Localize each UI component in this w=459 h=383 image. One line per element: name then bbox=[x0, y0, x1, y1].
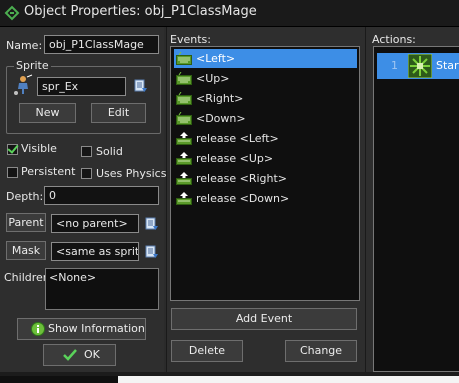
depth-label: Depth: bbox=[6, 190, 44, 203]
children-item: <None> bbox=[49, 271, 97, 284]
show-information-label: Show Information bbox=[48, 322, 145, 335]
name-label: Name: bbox=[6, 39, 43, 52]
event-label: release <Right> bbox=[196, 172, 288, 185]
keyboard-icon bbox=[176, 92, 192, 105]
events-list[interactable]: <Left> <Up> <Right> <Down> release <Left… bbox=[170, 46, 360, 301]
depth-input[interactable]: 0 bbox=[44, 186, 159, 205]
info-icon bbox=[31, 322, 45, 336]
checkmark-icon bbox=[63, 349, 77, 361]
event-item[interactable]: release <Down> bbox=[174, 189, 357, 208]
sprite-preview-icon bbox=[14, 74, 33, 95]
parent-select[interactable]: <no parent> bbox=[51, 214, 139, 233]
key-release-icon bbox=[176, 132, 192, 145]
new-sprite-button[interactable]: New bbox=[19, 103, 76, 123]
solid-label: Solid bbox=[96, 145, 123, 158]
visible-checkbox[interactable] bbox=[7, 144, 18, 155]
ok-label: OK bbox=[84, 348, 100, 361]
event-label: release <Down> bbox=[196, 192, 290, 205]
uses-physics-label: Uses Physics bbox=[96, 167, 167, 180]
bottom-strip-dark bbox=[0, 376, 118, 383]
event-label: <Up> bbox=[196, 72, 230, 85]
event-item[interactable]: <Right> bbox=[174, 89, 357, 108]
edit-sprite-button[interactable]: Edit bbox=[91, 103, 146, 123]
change-event-button[interactable]: Change bbox=[285, 340, 357, 362]
sprite-menu-icon[interactable] bbox=[134, 79, 148, 93]
actions-header: Actions: bbox=[372, 33, 416, 46]
key-release-icon bbox=[176, 192, 192, 205]
actions-list[interactable]: 1 Start M bbox=[373, 46, 459, 372]
event-item[interactable]: <Down> bbox=[174, 109, 357, 128]
event-label: <Left> bbox=[196, 52, 236, 65]
visible-label: Visible bbox=[21, 142, 57, 155]
parent-button[interactable]: Parent bbox=[6, 213, 46, 232]
keyboard-icon bbox=[176, 52, 192, 65]
delete-event-button[interactable]: Delete bbox=[171, 340, 243, 362]
mask-button[interactable]: Mask bbox=[6, 241, 46, 260]
window-title: Object Properties: obj_P1ClassMage bbox=[24, 4, 257, 19]
keyboard-icon bbox=[176, 72, 192, 85]
add-event-button[interactable]: Add Event bbox=[171, 308, 357, 330]
mask-menu-icon[interactable] bbox=[145, 245, 159, 259]
gamemaker-icon bbox=[4, 5, 20, 21]
name-input[interactable]: obj_P1ClassMage bbox=[44, 35, 159, 54]
children-list[interactable]: <None> bbox=[45, 268, 159, 310]
event-item[interactable]: release <Left> bbox=[174, 129, 357, 148]
event-item[interactable]: <Left> bbox=[174, 49, 357, 68]
event-label: release <Left> bbox=[196, 132, 279, 145]
action-number: 1 bbox=[391, 59, 398, 72]
events-header: Events: bbox=[170, 33, 211, 46]
mask-select[interactable]: <same as sprite> bbox=[51, 242, 139, 261]
event-label: release <Up> bbox=[196, 152, 274, 165]
uses-physics-checkbox[interactable] bbox=[81, 168, 92, 179]
keyboard-icon bbox=[176, 112, 192, 125]
action-item[interactable]: 1 Start M bbox=[377, 53, 459, 79]
start-moving-icon bbox=[408, 54, 432, 78]
event-item[interactable]: release <Up> bbox=[174, 149, 357, 168]
bottom-strip-light bbox=[118, 376, 459, 383]
event-label: <Right> bbox=[196, 92, 244, 105]
parent-menu-icon[interactable] bbox=[145, 217, 159, 231]
solid-checkbox[interactable] bbox=[81, 146, 92, 157]
key-release-icon bbox=[176, 152, 192, 165]
sprite-select[interactable]: spr_Ex bbox=[37, 77, 126, 96]
action-label: Start M bbox=[436, 59, 459, 72]
event-item[interactable]: release <Right> bbox=[174, 169, 357, 188]
persistent-checkbox[interactable] bbox=[7, 167, 18, 178]
ok-button[interactable]: OK bbox=[43, 344, 116, 366]
key-release-icon bbox=[176, 172, 192, 185]
event-item[interactable]: <Up> bbox=[174, 69, 357, 88]
persistent-label: Persistent bbox=[21, 165, 76, 178]
sprite-group-label: Sprite bbox=[14, 59, 51, 72]
event-label: <Down> bbox=[196, 112, 246, 125]
